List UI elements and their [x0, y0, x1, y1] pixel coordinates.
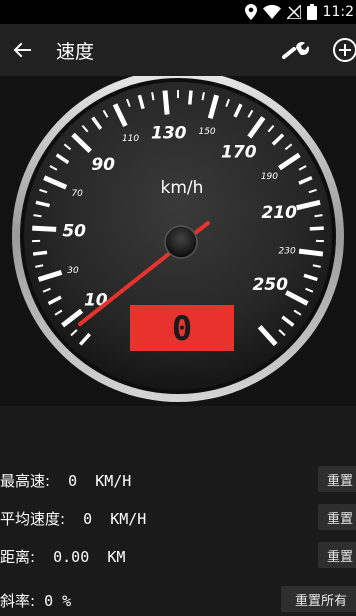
back-button[interactable]	[8, 36, 36, 64]
settings-button[interactable]	[280, 36, 312, 64]
battery-icon	[307, 4, 317, 20]
status-bar: 11:2	[0, 0, 356, 24]
max-speed-text: 最高速: 0 KM/H	[0, 470, 131, 491]
status-time: 11:2	[323, 4, 354, 20]
reset-max-speed-button[interactable]: 重置	[318, 466, 356, 492]
reset-distance-button[interactable]: 重置	[318, 542, 356, 568]
signal-icon	[287, 5, 301, 19]
gauge-hub	[165, 226, 197, 258]
gauge-tick	[33, 252, 47, 254]
app-bar: 速度	[0, 24, 356, 76]
gauge-major-label: 170	[221, 143, 257, 163]
digital-speed-value: 0	[172, 309, 192, 349]
reset-all-button[interactable]: 重置所有	[281, 586, 356, 612]
slope-text: 斜率: 0 %	[0, 590, 71, 611]
reset-avg-speed-button[interactable]: 重置	[318, 504, 356, 530]
wrench-icon	[282, 39, 310, 61]
gauge-tick	[34, 215, 42, 216]
slope-unit: %	[62, 592, 71, 610]
gauge-tick	[315, 215, 323, 216]
slope-value: 0	[44, 592, 53, 610]
gauge-tick	[165, 91, 167, 115]
gauge-minor-label: 150	[198, 127, 215, 137]
location-icon	[245, 4, 257, 20]
gauge-major-label: 250	[252, 275, 288, 295]
avg-speed-row: 平均速度: 0 KM/H 重置	[0, 504, 356, 534]
distance-unit: KM	[107, 548, 125, 566]
stats-panel: 最高速: 0 KM/H 重置 平均速度: 0 KM/H 重置 距离: 0.00 …	[0, 406, 356, 605]
gauge-unit-label: km/h	[161, 178, 204, 198]
add-circle-icon	[332, 37, 356, 63]
max-speed-label: 最高速:	[0, 472, 50, 490]
gauge-minor-label: 190	[261, 172, 278, 182]
max-speed-value: 0	[68, 472, 77, 490]
gauge-minor-label: 30	[67, 266, 79, 276]
wifi-icon	[263, 5, 281, 19]
distance-value: 0.00	[53, 548, 89, 566]
gauge-major-label: 130	[151, 123, 187, 143]
page-title: 速度	[56, 37, 94, 64]
gauge-major-label: 50	[62, 221, 86, 241]
avg-speed-value: 0	[83, 510, 92, 528]
gauge-major-label: 210	[261, 203, 297, 223]
gauge-tick	[202, 92, 203, 100]
gauge-major-label: 10	[84, 291, 108, 311]
max-speed-row: 最高速: 0 KM/H 重置	[0, 466, 356, 496]
speedometer-dial: 1050901301702102503070110150190230 km/h …	[0, 76, 356, 406]
slope-label: 斜率:	[0, 592, 35, 610]
max-speed-unit: KM/H	[95, 472, 131, 490]
gauge-tick	[310, 228, 324, 229]
slope-row: 斜率: 0 % 重置所有	[0, 586, 356, 616]
gauge-tick	[299, 251, 323, 254]
arrow-back-icon	[13, 42, 31, 58]
digital-speed-display: 0	[130, 305, 234, 351]
gauge-minor-label: 70	[71, 189, 83, 199]
status-icons: 11:2	[245, 2, 354, 22]
gauge-tick	[32, 228, 56, 229]
distance-text: 距离: 0.00 KM	[0, 546, 125, 567]
gauge-tick	[190, 91, 191, 105]
add-button[interactable]	[330, 36, 356, 64]
gauge-minor-label: 110	[122, 134, 139, 144]
distance-label: 距离:	[0, 548, 35, 566]
distance-row: 距离: 0.00 KM 重置	[0, 542, 356, 572]
avg-speed-label: 平均速度:	[0, 510, 65, 528]
speedometer: 1050901301702102503070110150190230 km/h …	[0, 76, 356, 406]
gauge-major-label: 90	[91, 155, 115, 175]
avg-speed-unit: KM/H	[110, 510, 146, 528]
avg-speed-text: 平均速度: 0 KM/H	[0, 508, 146, 529]
gauge-tick	[152, 92, 153, 100]
gauge-minor-label: 230	[279, 247, 296, 257]
